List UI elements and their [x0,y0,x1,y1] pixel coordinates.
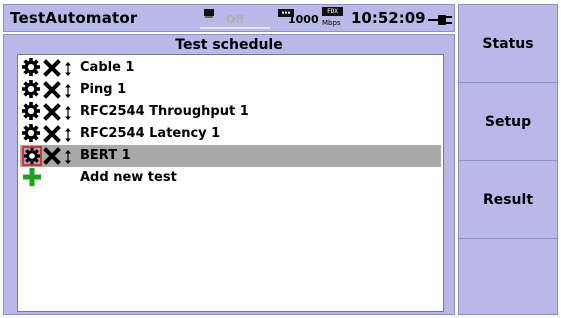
link-speed-indicator: ▪▪▪ 1000 FDX Mbps [278,7,346,29]
status-button[interactable]: Status [459,5,557,83]
panel-title: Test schedule [175,37,283,53]
test-row-rfc2544-latency[interactable]: RFC2544 Latency 1 [20,123,441,145]
test-label: RFC2544 Throughput 1 [80,104,249,119]
close-icon[interactable] [43,147,61,165]
clock: 10:52:09 [351,9,426,27]
gear-icon[interactable] [22,146,42,166]
power-output-indicator: Off [200,7,270,29]
test-row-rfc2544-throughput[interactable]: RFC2544 Throughput 1 [20,101,441,123]
add-new-test-row[interactable]: Add new test [20,167,441,189]
test-row-cable[interactable]: Cable 1 [20,57,441,79]
duplex-badge: FDX [322,7,343,16]
test-row-bert[interactable]: BERT 1 [20,145,441,167]
monitor-icon [204,9,214,18]
setup-button[interactable]: Setup [459,83,557,161]
power-plug-icon [428,15,452,25]
off-label: Off [226,13,245,26]
plus-icon[interactable] [23,168,41,186]
speed-unit: Mbps [322,19,341,27]
test-label: Ping 1 [80,82,127,97]
reorder-icon[interactable] [64,83,72,97]
test-list: Cable 1 Ping 1 RFC2544 Throughput 1 RFC2… [17,54,444,312]
gear-icon[interactable] [22,58,42,78]
status-cluster: Off ▪▪▪ 1000 FDX Mbps 10:52:09 [4,5,454,31]
close-icon[interactable] [43,125,61,143]
close-icon[interactable] [43,81,61,99]
link-speed-value: 1000 [288,13,319,26]
gear-icon[interactable] [22,80,42,100]
title-bar: TestAutomator Off ▪▪▪ 1000 FDX Mbps 10:5… [3,4,455,32]
test-label: Cable 1 [80,60,135,75]
test-label: RFC2544 Latency 1 [80,126,221,141]
test-label: BERT 1 [80,148,131,163]
reorder-icon[interactable] [64,149,72,163]
reorder-icon[interactable] [64,127,72,141]
result-button[interactable]: Result [459,161,557,239]
close-icon[interactable] [43,103,61,121]
gear-icon[interactable] [22,102,42,122]
close-icon[interactable] [43,59,61,77]
test-schedule-panel: Test schedule Cable 1 Ping 1 RFC2544 Thr… [3,34,455,315]
add-test-label: Add new test [80,170,177,185]
indicator-underline [200,27,270,29]
empty-soft-button[interactable] [459,239,557,317]
reorder-icon[interactable] [64,105,72,119]
test-row-ping[interactable]: Ping 1 [20,79,441,101]
test-automator-window: TestAutomator Off ▪▪▪ 1000 FDX Mbps 10:5… [0,0,561,318]
side-button-bar: Status Setup Result [458,4,558,315]
reorder-icon[interactable] [64,61,72,75]
gear-icon[interactable] [22,124,42,144]
